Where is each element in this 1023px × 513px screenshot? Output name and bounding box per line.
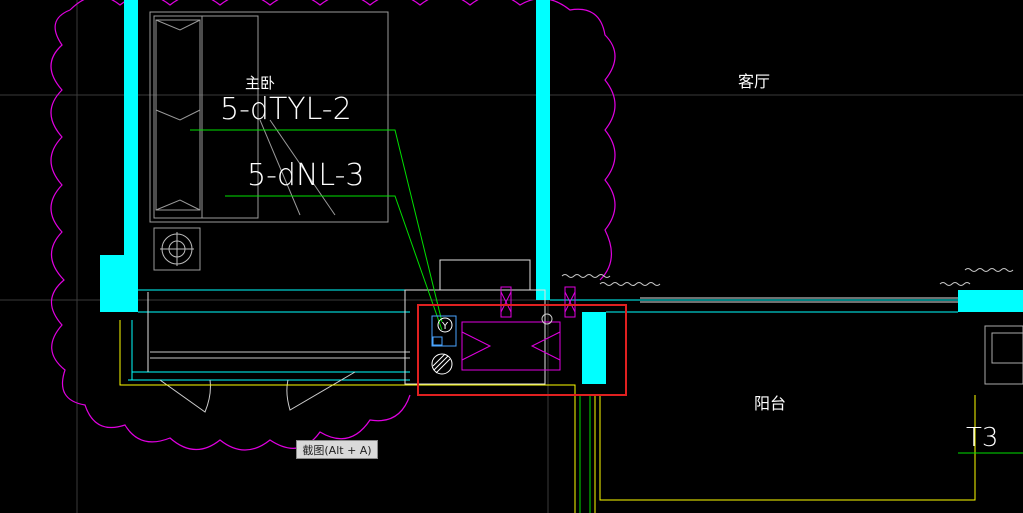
floor-drain-icon[interactable] [431, 353, 453, 375]
axis-lines [0, 0, 1023, 513]
pipe-label-2[interactable]: 5-dNL-3 [247, 158, 365, 193]
bed-furniture [149, 11, 389, 271]
wall-hatch [150, 268, 1014, 359]
pipe-label-1[interactable]: 5-dTYL-2 [220, 92, 352, 127]
room-label-master-bedroom[interactable]: 主卧 [245, 74, 275, 92]
equipment [431, 286, 576, 371]
screenshot-tooltip: 截图(Alt + A) [296, 440, 378, 459]
room-label-living-room[interactable]: 客厅 [738, 72, 770, 91]
riser-y-label: Y [441, 321, 449, 332]
wall-outlines [128, 289, 958, 381]
walls [100, 0, 1023, 384]
cad-drawing-canvas[interactable]: Y 主卧 客厅 阳台 5-dTYL-2 5-dNL-3 T3 [0, 0, 1023, 513]
right-fixture [984, 325, 1023, 385]
dining-table-icon [160, 232, 194, 266]
stair-tag-t3[interactable]: T3 [966, 423, 998, 453]
room-label-balcony[interactable]: 阳台 [754, 394, 786, 413]
door-swings [159, 371, 356, 413]
